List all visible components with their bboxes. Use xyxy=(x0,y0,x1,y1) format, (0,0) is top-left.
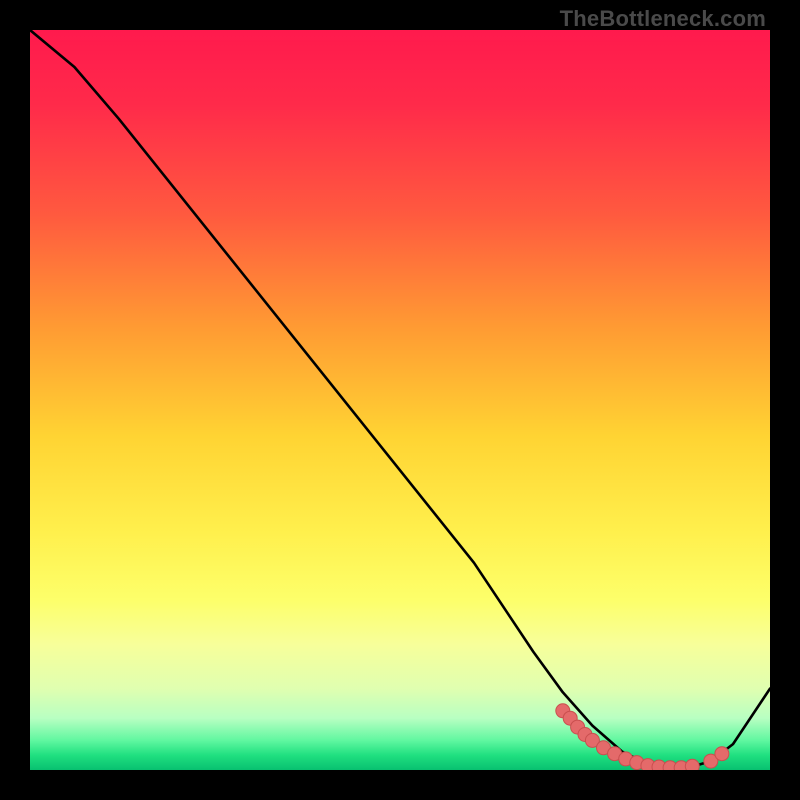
gradient-plot-area xyxy=(30,30,770,770)
curve-marker xyxy=(715,747,729,761)
chart-svg xyxy=(30,30,770,770)
curve-marker xyxy=(685,759,699,770)
curve-line xyxy=(30,30,770,768)
watermark-text: TheBottleneck.com xyxy=(560,6,766,32)
chart-frame: TheBottleneck.com xyxy=(0,0,800,800)
